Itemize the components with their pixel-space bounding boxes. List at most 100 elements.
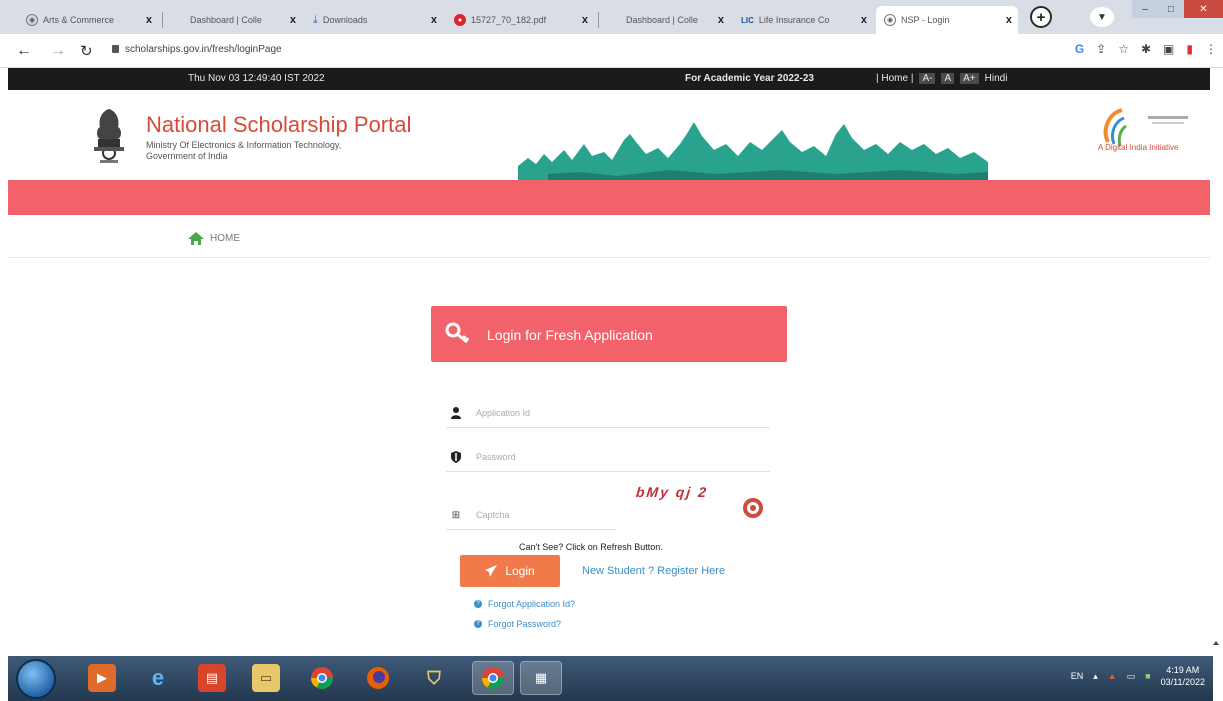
captcha-image: bMy qj 2 [635,484,709,500]
language-indicator[interactable]: EN [1071,671,1084,681]
browser-tab-3[interactable]: ⤓ Downloads x [305,6,443,34]
question-icon: ? [474,600,482,608]
captcha-field: ⊞ [446,500,626,530]
tab-label: NSP - Login [901,15,950,25]
digital-india-logo [1103,108,1188,147]
document-app-icon[interactable]: ▦ [520,661,562,695]
media-player-icon[interactable]: ▶ [88,664,116,692]
paper-plane-icon [485,565,498,577]
captcha-help-text: Can't See? Click on Refresh Button. [519,542,663,552]
refresh-captcha-icon[interactable] [742,497,764,519]
nav-home-link[interactable]: HOME [188,232,240,245]
menu-icon[interactable]: ⋮ [1205,42,1217,56]
tab-close-icon[interactable]: x [718,14,724,26]
tab-label: Downloads [322,15,368,25]
toolbar-icons: G ⇪ ☆ ✱ ▣ ▮ ⋮ [1075,42,1217,56]
main-nav: HOME [8,222,1210,258]
chrome-icon[interactable] [308,664,336,692]
profile-icon[interactable]: ▮ [1186,42,1193,56]
star-icon[interactable]: ☆ [1118,42,1129,56]
clock-date: 03/11/2022 [1160,677,1205,687]
tab-close-icon[interactable]: x [1006,14,1012,26]
volume-icon[interactable]: ■ [1145,671,1150,681]
taskbar-clock[interactable]: 4:19 AM 03/11/2022 [1161,664,1205,688]
share-icon[interactable]: ⇪ [1096,42,1106,56]
application-id-field [446,398,770,428]
tab-separator [598,12,599,28]
browser-tab-4[interactable]: ● 15727_70_182.pdf x [446,6,594,34]
network-icon[interactable]: ▲ [1108,671,1117,681]
tab-label: 15727_70_182.pdf [471,15,547,25]
top-info-bar: Thu Nov 03 12:49:40 IST 2022 For Academi… [8,68,1210,90]
question-icon: ? [474,620,482,628]
font-small-button[interactable]: A- [919,73,936,84]
lic-icon: LIC [741,15,754,25]
chevron-down-icon[interactable]: ▼ [1090,7,1114,27]
shield-icon [450,450,462,464]
firefox-icon[interactable] [364,664,392,692]
extensions-icon[interactable]: ✱ [1141,42,1151,56]
application-id-input[interactable] [476,404,626,422]
office-icon[interactable]: ▤ [198,664,226,692]
nav-home-label: HOME [210,233,240,244]
tab-close-icon[interactable]: x [290,14,296,26]
tab-close-icon[interactable]: x [861,14,867,26]
font-normal-button[interactable]: A [941,73,955,84]
lock-icon [112,45,119,53]
tab-close-icon[interactable]: x [582,14,588,26]
password-field [446,442,770,472]
hindi-link[interactable]: Hindi [985,73,1008,84]
forgot-password-label: Forgot Password? [488,619,562,629]
new-tab-button[interactable]: + [1030,6,1052,28]
google-icon[interactable]: G [1075,42,1084,56]
shield-app-icon[interactable]: ⛉ [420,664,448,692]
maximize-icon[interactable]: □ [1158,0,1184,18]
login-heading: Login for Fresh Application [487,327,653,343]
internet-explorer-icon[interactable]: e [144,664,172,692]
battery-icon[interactable]: ▭ [1127,671,1136,682]
login-panel-header: Login for Fresh Application [431,306,787,362]
back-arrow-icon[interactable]: ← [16,42,32,60]
clock-time: 4:19 AM [1166,665,1200,675]
browser-tab-2[interactable]: Dashboard | Colle x [170,6,302,34]
tab-close-icon[interactable]: x [431,14,437,26]
tab-close-icon[interactable]: x [146,14,152,26]
start-button[interactable] [16,659,56,699]
close-icon[interactable]: ✕ [1184,0,1223,18]
scroll-down-arrow[interactable] [1213,641,1219,645]
chrome-active-icon[interactable] [472,661,514,695]
browser-tab-strip: ◉ Arts & Commerce x Dashboard | Colle x … [0,0,1223,34]
tab-label: Dashboard | Colle [190,15,262,25]
windows-taskbar: ▶ e ▤ ▭ ⛉ ▦ EN ▴ ▲ ▭ ■ 4:19 AM 03/11/202… [8,656,1213,701]
minimize-icon[interactable]: – [1132,0,1158,18]
file-explorer-icon[interactable]: ▭ [252,664,280,692]
site-title: National Scholarship Portal [146,112,412,137]
browser-tab-7-active[interactable]: ◉ NSP - Login x [876,6,1018,34]
register-link[interactable]: New Student ? Register Here [582,565,725,577]
home-top-link[interactable]: | Home | [876,73,913,84]
sidepanel-icon[interactable]: ▣ [1163,42,1174,56]
forgot-application-id-label: Forgot Application Id? [488,599,576,609]
forward-arrow-icon[interactable]: → [50,42,66,60]
font-large-button[interactable]: A+ [960,73,979,84]
url-text: scholarships.gov.in/fresh/loginPage [125,44,282,55]
browser-tab-5[interactable]: Dashboard | Colle x [606,6,730,34]
forgot-password-link[interactable]: ? Forgot Password? [474,619,561,629]
url-field[interactable]: scholarships.gov.in/fresh/loginPage [112,44,282,55]
reload-icon[interactable]: ↻ [80,42,93,60]
login-button[interactable]: Login [460,555,560,587]
globe-icon: ◉ [26,14,38,26]
digital-india-tagline: A Digital India Initiative [1098,143,1179,152]
password-input[interactable] [476,448,626,466]
download-icon: ⤓ [313,13,318,26]
top-links: | Home | A- A A+ Hindi [876,73,1007,84]
captcha-input[interactable] [476,506,626,524]
tray-arrow-icon[interactable]: ▴ [1093,671,1098,682]
browser-tab-6[interactable]: LIC Life Insurance Co x [733,6,873,34]
login-button-label: Login [505,564,535,578]
grid-icon: ⊞ [451,509,461,521]
browser-tab-1[interactable]: ◉ Arts & Commerce x [18,6,158,34]
forgot-application-id-link[interactable]: ? Forgot Application Id? [474,599,575,609]
skyline-illustration [518,122,988,184]
tab-label: Dashboard | Colle [626,15,698,25]
